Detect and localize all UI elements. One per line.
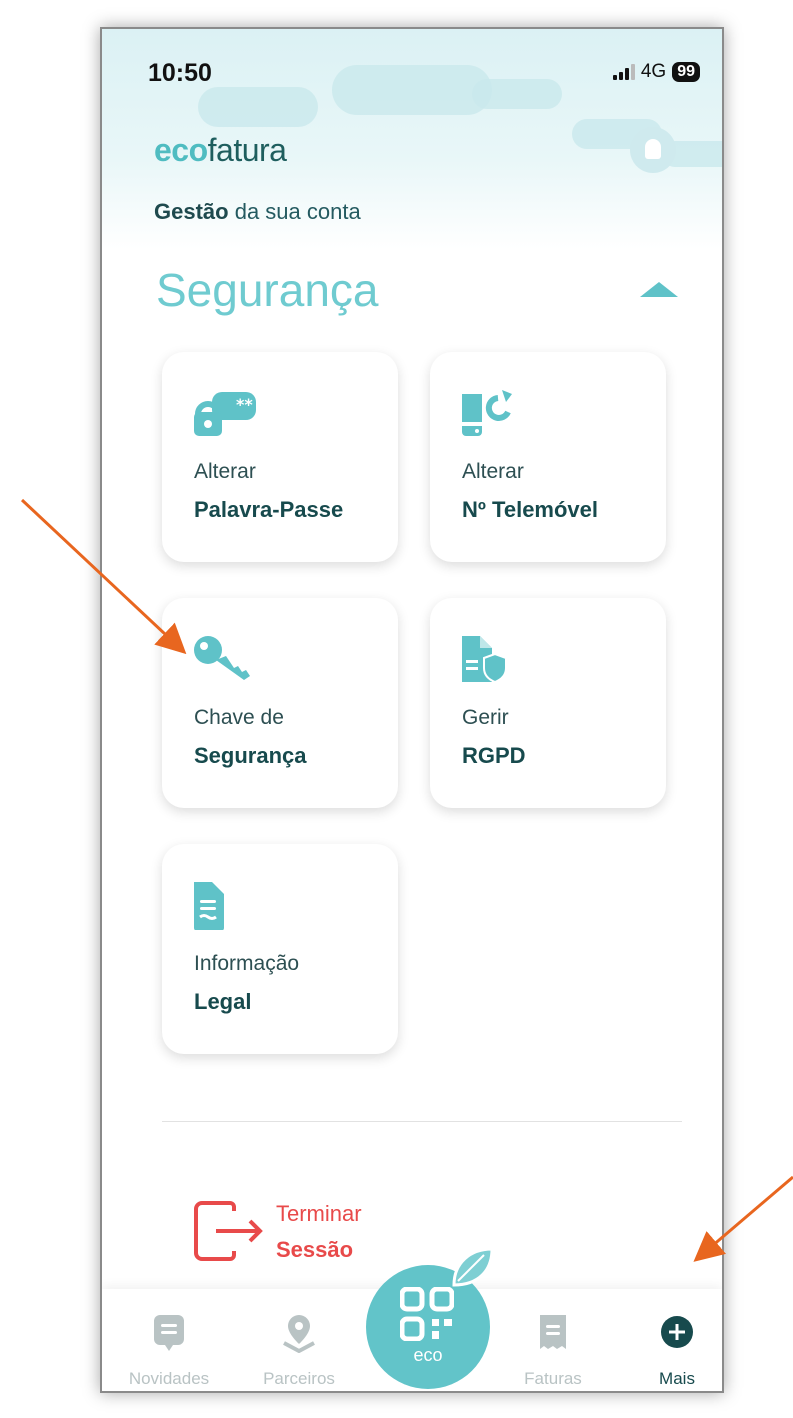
card-line2: Palavra-Passe: [194, 497, 344, 522]
card-line1: Alterar: [194, 460, 256, 483]
logout-icon: [194, 1201, 263, 1261]
svg-text:**: **: [236, 395, 253, 414]
tab-mais[interactable]: Mais: [622, 1289, 722, 1391]
location-pin-icon: [283, 1315, 315, 1353]
status-time: 10:50: [148, 59, 212, 87]
card-line2: Legal: [194, 989, 252, 1014]
card-line1: Alterar: [462, 460, 524, 483]
leaf-icon: [452, 1247, 494, 1287]
key-icon: [194, 636, 250, 680]
rgpd-card[interactable]: Gerir RGPD: [430, 598, 666, 808]
tab-parceiros[interactable]: Parceiros: [244, 1289, 354, 1391]
change-phone-card[interactable]: Alterar Nº Telemóvel: [430, 352, 666, 562]
phone-frame: 10:50 4G 99 ecofatura Gestão da sua cont…: [100, 27, 724, 1393]
tab-label: Faturas: [524, 1369, 582, 1388]
app-logo: ecofatura: [154, 132, 287, 169]
section-title: Segurança: [156, 264, 379, 316]
status-indicators: 4G 99: [612, 61, 700, 83]
card-line2: Nº Telemóvel: [462, 497, 599, 522]
document-shield-icon: [462, 636, 507, 684]
network-label: 4G: [640, 61, 667, 82]
qr-code-icon: [400, 1287, 454, 1341]
card-line1: Gerir: [462, 706, 509, 729]
tab-label: Mais: [659, 1369, 695, 1388]
card-line1: Chave de: [194, 706, 284, 729]
cloud-decoration: [198, 87, 318, 127]
receipt-icon: [540, 1315, 566, 1349]
collapse-chevron-icon[interactable]: [640, 282, 678, 297]
legal-document-icon: [194, 882, 224, 930]
page-subtitle: Gestão da sua conta: [154, 199, 361, 225]
tab-novidades[interactable]: Novidades: [114, 1289, 224, 1391]
news-icon: [154, 1315, 184, 1351]
eco-label: eco: [413, 1345, 443, 1365]
subtitle-bold: Gestão: [154, 199, 229, 224]
card-line2: RGPD: [462, 743, 526, 768]
tab-label: Parceiros: [263, 1369, 335, 1388]
cloud-decoration: [332, 65, 492, 115]
notifications-button[interactable]: [630, 127, 676, 173]
logo-fatura: fatura: [207, 132, 287, 168]
divider: [162, 1121, 682, 1122]
signal-icon: [612, 64, 635, 80]
logout-line1: Terminar: [276, 1201, 362, 1226]
plus-circle-icon: [661, 1316, 693, 1348]
card-line2: Segurança: [194, 743, 307, 768]
change-password-card[interactable]: ** Alterar Palavra-Passe: [162, 352, 398, 562]
security-key-card[interactable]: Chave de Segurança: [162, 598, 398, 808]
logo-eco: eco: [154, 132, 208, 168]
bell-icon: [645, 139, 661, 159]
battery-icon: 99: [672, 62, 700, 82]
legal-info-card[interactable]: Informação Legal: [162, 844, 398, 1054]
tab-faturas[interactable]: Faturas: [498, 1289, 608, 1391]
tab-label: Novidades: [128, 1369, 210, 1388]
lock-password-icon: **: [194, 392, 256, 436]
phone-refresh-icon: [462, 390, 512, 436]
logout-line2: Sessão: [276, 1237, 354, 1262]
card-line1: Informação: [194, 952, 300, 975]
cloud-decoration: [472, 79, 562, 109]
subtitle-rest: da sua conta: [234, 199, 361, 224]
